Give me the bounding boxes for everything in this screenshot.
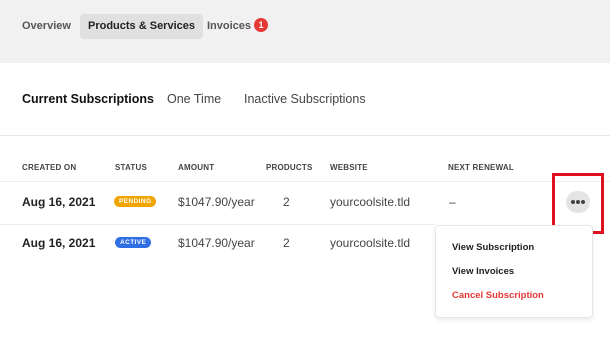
row-divider [0, 181, 610, 182]
tab-invoices[interactable]: Invoices 1 [199, 14, 276, 39]
tab-overview-label: Overview [22, 20, 71, 32]
tab-products-services[interactable]: Products & Services [80, 14, 203, 39]
menu-item-view-invoices[interactable]: View Invoices [452, 266, 514, 277]
row-actions-menu: View Subscription View Invoices Cancel S… [435, 225, 593, 318]
row-amount: $1047.90/year [178, 236, 255, 250]
tab-current-subscriptions[interactable]: Current Subscriptions [22, 92, 154, 106]
column-header-created-on[interactable]: CREATED ON [22, 163, 76, 172]
row-website[interactable]: yourcoolsite.tld [330, 236, 410, 250]
status-badge: ACTIVE [115, 237, 152, 248]
tab-invoices-label: Invoices [207, 20, 252, 32]
column-header-next-renewal[interactable]: NEXT RENEWAL [448, 163, 514, 172]
tab-overview[interactable]: Overview [14, 14, 79, 39]
tab-inactive-subscriptions[interactable]: Inactive Subscriptions [244, 92, 366, 106]
top-nav: Overview Products & Services Invoices 1 [0, 0, 610, 63]
row-website[interactable]: yourcoolsite.tld [330, 195, 410, 209]
row-products: 2 [283, 195, 290, 209]
row-created-on: Aug 16, 2021 [22, 236, 96, 250]
row-divider [0, 224, 435, 225]
row-amount: $1047.90/year [178, 195, 255, 209]
status-badge: PENDING [114, 196, 157, 207]
row-products: 2 [283, 236, 290, 250]
column-header-status[interactable]: STATUS [115, 163, 147, 172]
row-next-renewal: – [449, 195, 456, 209]
menu-item-cancel-subscription[interactable]: Cancel Subscription [452, 290, 544, 301]
tab-products-label: Products & Services [88, 20, 195, 32]
tab-one-time[interactable]: One Time [167, 92, 221, 106]
row-created-on: Aug 16, 2021 [22, 195, 96, 209]
column-header-products[interactable]: PRODUCTS [266, 163, 313, 172]
invoices-count-badge: 1 [254, 18, 269, 32]
column-header-amount[interactable]: AMOUNT [178, 163, 214, 172]
subscription-tabs: Current Subscriptions One Time Inactive … [0, 63, 610, 136]
menu-item-view-subscription[interactable]: View Subscription [452, 242, 534, 253]
column-header-website[interactable]: WEBSITE [330, 163, 368, 172]
